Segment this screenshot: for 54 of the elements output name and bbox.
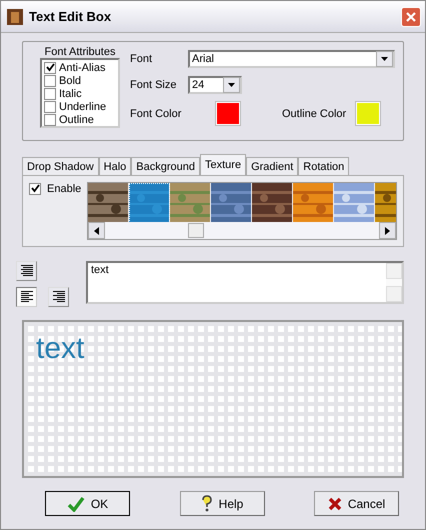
text-input[interactable]: text (86, 261, 404, 304)
scrollbar-thumb[interactable] (188, 223, 204, 238)
horizontal-scrollbar[interactable] (88, 222, 396, 239)
checkmark-icon (66, 496, 85, 512)
tab[interactable]: Drop Shadow (22, 157, 99, 175)
texture-tile[interactable] (129, 183, 170, 222)
attribute-checkbox[interactable]: Bold (44, 74, 116, 87)
texture-tile[interactable] (88, 183, 130, 222)
tab[interactable]: Background (131, 157, 200, 175)
align-center-button[interactable] (16, 261, 37, 281)
texture-tile[interactable] (293, 183, 334, 222)
size-dropdown[interactable]: 24 (188, 76, 242, 94)
texture-tile[interactable] (252, 183, 294, 222)
ok-button[interactable]: OK (45, 491, 130, 516)
attribute-checkbox[interactable]: Underline (44, 100, 116, 113)
tab[interactable]: Texture (200, 154, 246, 175)
enable-checkbox[interactable]: Enable (29, 182, 82, 195)
texture-tile[interactable] (211, 183, 252, 222)
align-right-icon (52, 291, 66, 303)
align-center-icon (20, 265, 34, 277)
preview-text: text (36, 332, 84, 365)
attribute-checkbox[interactable]: Italic (44, 87, 116, 100)
color-swatch[interactable] (216, 102, 240, 125)
tab[interactable]: Gradient (246, 157, 298, 175)
field-label: Font (130, 53, 154, 65)
window-title: Text Edit Box (29, 9, 112, 24)
field-label: Outline Color (282, 108, 346, 120)
close-icon (405, 10, 417, 22)
left-arrow-icon (94, 226, 100, 234)
caret-icon (381, 57, 388, 61)
align-left-button[interactable] (16, 287, 37, 307)
field-label: Font Color (130, 108, 182, 120)
attribute-checkbox[interactable]: Outline (44, 113, 116, 126)
close-button[interactable] (401, 6, 421, 26)
caret-icon (228, 83, 235, 87)
check-icon (30, 184, 40, 193)
tab[interactable]: Halo (98, 157, 132, 175)
field-label: Font Size (130, 79, 178, 91)
cross-icon (328, 496, 342, 510)
align-left-icon (20, 291, 34, 303)
cancel-button[interactable]: Cancel (314, 491, 399, 516)
group-title: Font Attributes (44, 46, 116, 58)
check-icon (46, 63, 54, 72)
tab[interactable]: Rotation (298, 157, 350, 175)
right-arrow-icon (385, 226, 390, 234)
help-button[interactable]: Help (180, 491, 264, 516)
texture-tile[interactable] (170, 183, 212, 222)
question-mark-icon (200, 495, 213, 512)
color-swatch[interactable] (356, 102, 380, 125)
attribute-checkbox[interactable]: Anti-Alias (44, 61, 116, 74)
font-dropdown[interactable]: Arial (188, 50, 395, 68)
vertical-scrollbar[interactable] (386, 263, 402, 302)
app-icon (7, 8, 23, 24)
align-right-button[interactable] (48, 287, 69, 307)
